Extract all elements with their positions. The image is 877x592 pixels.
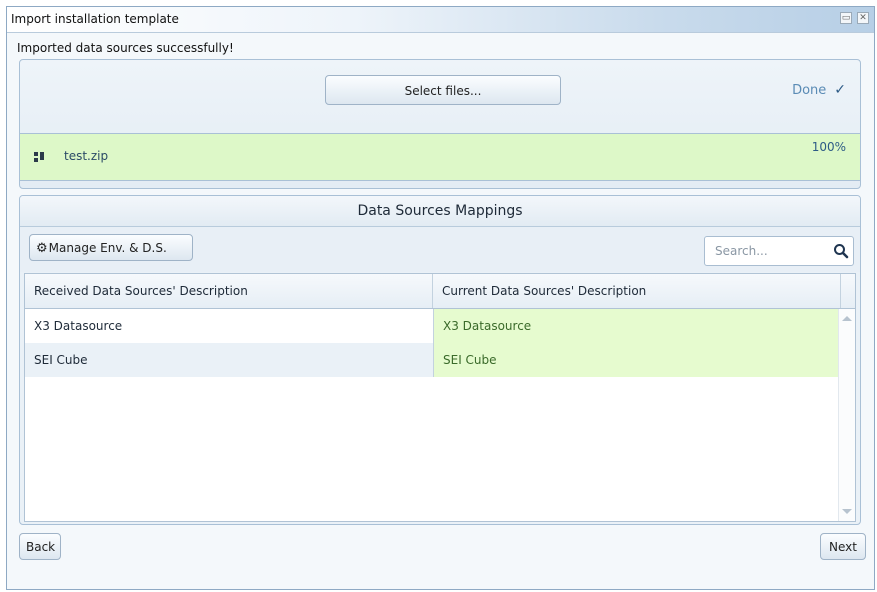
file-name: test.zip: [64, 149, 109, 163]
status-message: Imported data sources successfully!: [17, 41, 234, 55]
uploaded-file-row: test.zip 100%: [20, 133, 860, 181]
back-button[interactable]: Back: [19, 533, 61, 560]
grid-header: Received Data Sources' Description Curre…: [25, 274, 855, 309]
upload-progress: 100%: [811, 140, 846, 154]
grid-scrollbar[interactable]: [838, 309, 855, 521]
column-header-received[interactable]: Received Data Sources' Description: [25, 274, 433, 308]
manage-button-label: Manage Env. & D.S.: [48, 241, 167, 255]
restore-window-icon[interactable]: ▭: [840, 12, 852, 24]
checkmark-icon: ✓: [834, 82, 846, 98]
search-input[interactable]: [705, 237, 825, 265]
upload-panel: Select files... Done ✓ test.zip 100%: [19, 59, 861, 189]
window-title: Import installation template: [11, 12, 179, 26]
mappings-grid: Received Data Sources' Description Curre…: [24, 273, 856, 522]
scroll-down-icon[interactable]: [842, 509, 852, 514]
select-files-button[interactable]: Select files...: [325, 75, 561, 105]
next-button[interactable]: Next: [820, 533, 866, 560]
received-cell[interactable]: SEI Cube: [25, 343, 433, 377]
column-header-current[interactable]: Current Data Sources' Description: [433, 274, 841, 308]
mappings-toolbar: ⚙Manage Env. & D.S.: [20, 227, 860, 272]
current-cell[interactable]: SEI Cube: [433, 343, 840, 377]
table-row[interactable]: SEI Cube SEI Cube: [25, 343, 840, 377]
mappings-title: Data Sources Mappings: [20, 196, 860, 227]
manage-env-ds-button[interactable]: ⚙Manage Env. & D.S.: [29, 234, 193, 261]
data-sources-mappings-panel: Data Sources Mappings ⚙Manage Env. & D.S…: [19, 195, 861, 525]
zip-file-icon: [34, 152, 46, 162]
gear-icon: ⚙: [36, 241, 48, 256]
search-box: [704, 236, 854, 266]
received-cell[interactable]: X3 Datasource: [25, 309, 433, 343]
done-label: Done: [792, 83, 827, 98]
title-bar: Import installation template ▭ ✕: [7, 7, 874, 33]
close-window-icon[interactable]: ✕: [857, 12, 869, 24]
done-indicator: Done ✓: [792, 82, 846, 98]
search-icon[interactable]: [833, 243, 849, 259]
current-cell[interactable]: X3 Datasource: [433, 309, 840, 343]
scroll-up-icon[interactable]: [842, 316, 852, 321]
table-row[interactable]: X3 Datasource X3 Datasource: [25, 309, 840, 343]
